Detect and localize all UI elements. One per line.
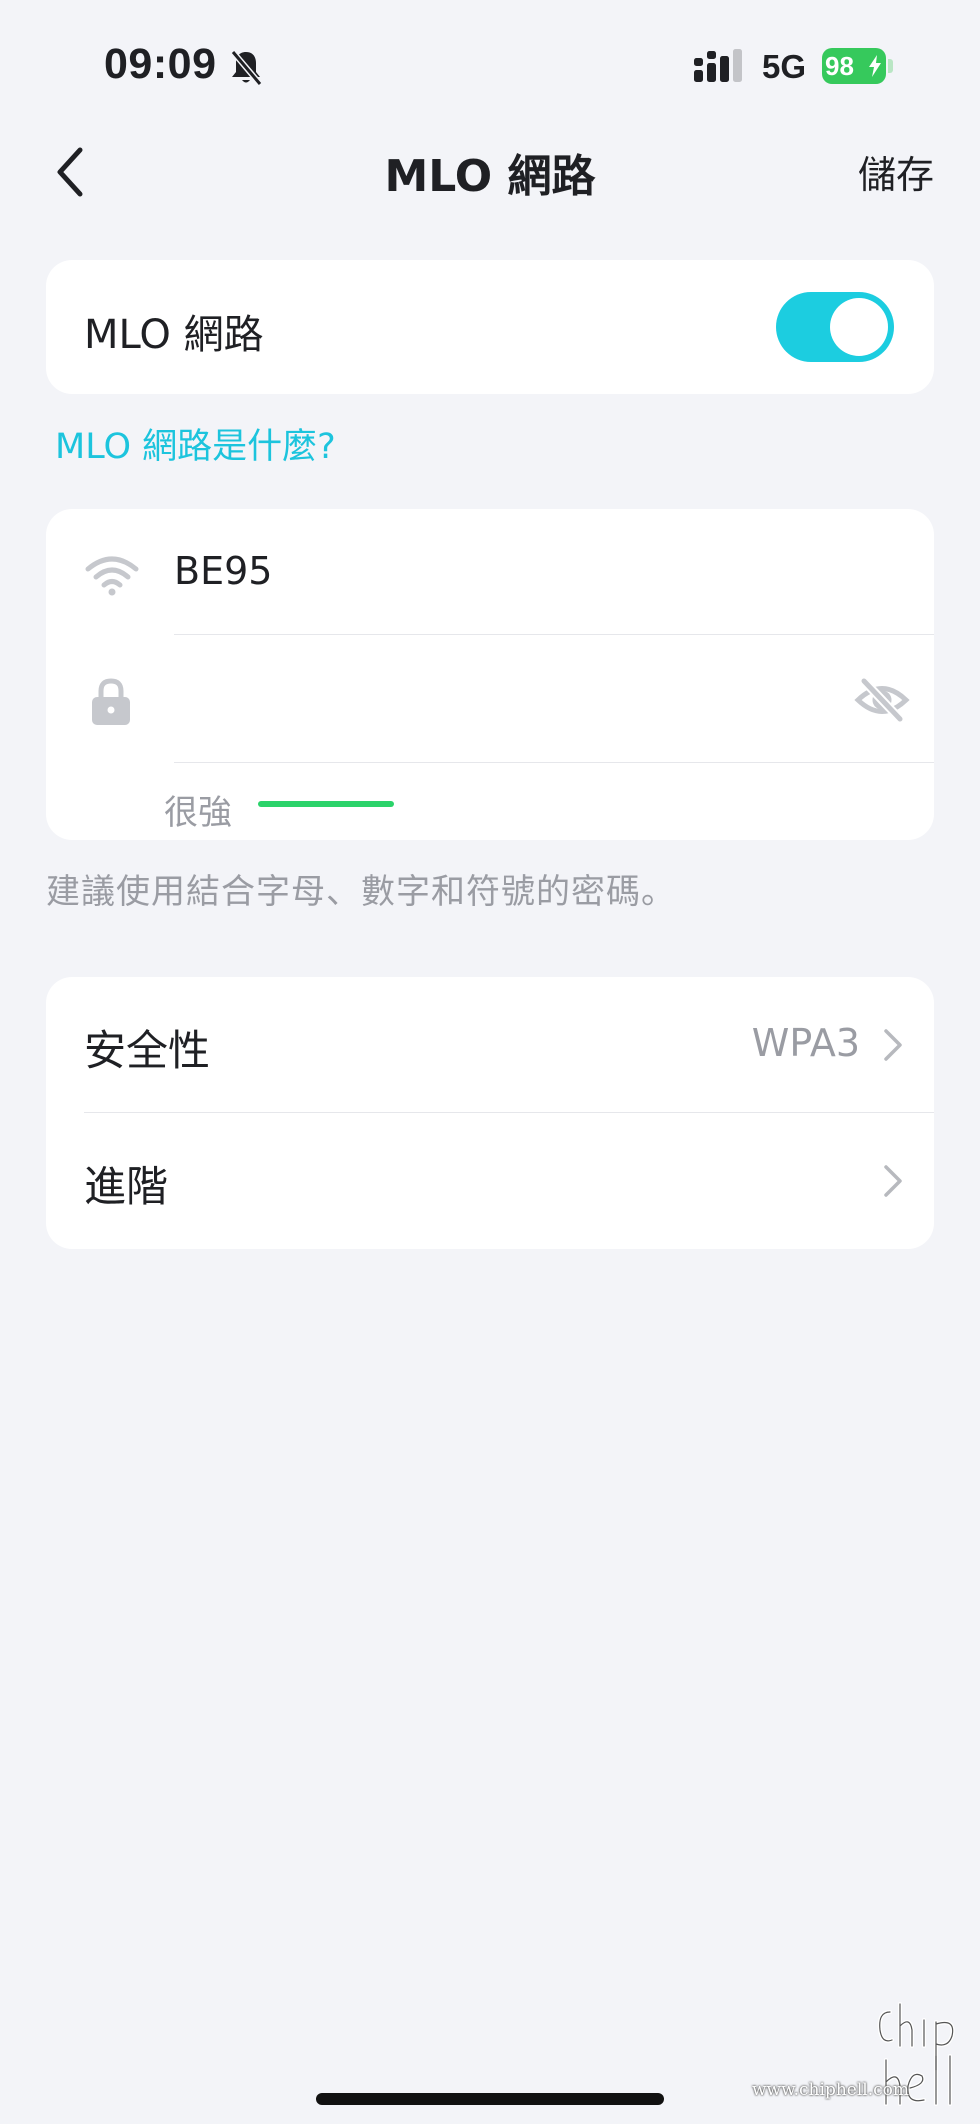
settings-card: 安全性 WPA3 進階 xyxy=(46,977,934,1249)
signal-icon xyxy=(694,49,742,82)
network-type: 5G xyxy=(762,48,807,85)
chevron-right-icon xyxy=(884,1165,902,1197)
mlo-toggle-card: MLO 網路 xyxy=(46,260,934,394)
security-label: 安全性 xyxy=(84,1026,211,1075)
what-is-mlo-link[interactable]: MLO 網路是什麼? xyxy=(55,418,336,469)
save-button[interactable]: 儲存 xyxy=(858,144,934,199)
charging-bolt-icon xyxy=(869,55,881,77)
battery-cap xyxy=(888,59,893,73)
mlo-toggle-switch[interactable] xyxy=(776,292,894,362)
home-indicator[interactable] xyxy=(316,2093,664,2105)
divider xyxy=(174,762,934,763)
toggle-knob xyxy=(830,298,888,356)
security-row[interactable]: 安全性 WPA3 xyxy=(46,977,934,1113)
credentials-card: BE95 很強 xyxy=(46,509,934,840)
lock-icon xyxy=(92,678,130,725)
bell-slash-icon xyxy=(230,50,263,86)
battery-indicator: 98 xyxy=(822,48,894,84)
eye-off-icon[interactable] xyxy=(854,675,910,725)
page-title: MLO 網路 xyxy=(384,151,596,202)
wifi-icon xyxy=(85,556,139,596)
password-strength-bar xyxy=(258,801,394,807)
chevron-right-icon xyxy=(884,1029,902,1061)
advanced-row[interactable]: 進階 xyxy=(46,1113,934,1249)
security-value: WPA3 xyxy=(751,1021,860,1065)
status-time: 09:09 xyxy=(104,40,217,88)
ssid-input[interactable]: BE95 xyxy=(174,549,272,593)
password-input[interactable] xyxy=(174,669,738,731)
password-strength-label: 很強 xyxy=(164,793,232,833)
mlo-toggle-label: MLO 網路 xyxy=(84,312,264,358)
status-bar: 09:09 5G 98 xyxy=(0,0,980,130)
watermark-url: www.chiphell.com xyxy=(752,2080,909,2100)
divider xyxy=(174,634,934,635)
advanced-label: 進階 xyxy=(84,1162,169,1211)
password-hint: 建議使用結合字母、數字和符號的密碼。 xyxy=(46,872,676,912)
